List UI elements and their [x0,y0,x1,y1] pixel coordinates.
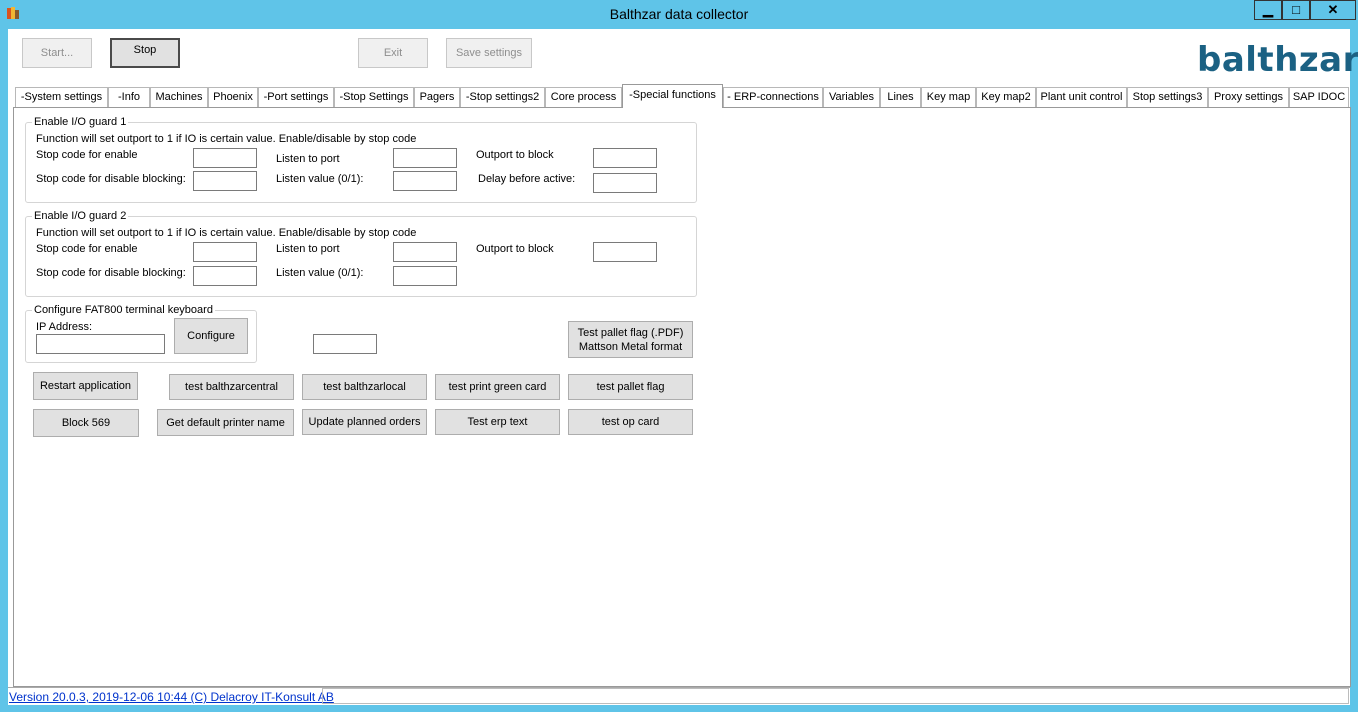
tab-sap-idoc[interactable]: SAP IDOC [1289,87,1349,107]
tab-erp-connections[interactable]: - ERP-connections [723,87,823,107]
io-guard-2-listen-value-label: Listen value (0/1): [276,267,364,279]
tab-variables[interactable]: Variables [823,87,880,107]
test-pallet-flag-pdf-line2: Mattson Metal format [578,340,683,353]
exit-button[interactable]: Exit [358,38,428,68]
update-planned-orders-button[interactable]: Update planned orders [302,409,427,435]
test-balthzarlocal-button[interactable]: test balthzarlocal [302,374,427,400]
test-pallet-flag-pdf-line1: Test pallet flag (.PDF) [577,326,684,339]
tab-key-map[interactable]: Key map [921,87,976,107]
close-button[interactable]: ✕ [1310,0,1356,20]
misc-input[interactable] [313,334,377,354]
maximize-icon: □ [1292,2,1300,17]
io-guard-1-stop-disable-label: Stop code for disable blocking: [36,173,186,185]
io-guard-1-stop-enable-input[interactable] [193,148,257,168]
io-guard-2-listen-port-label: Listen to port [276,243,340,255]
io-guard-1-listen-value-input[interactable] [393,171,457,191]
version-link[interactable]: Version 20.0.3, 2019-12-06 10:44 (C) Del… [9,690,334,704]
test-pallet-flag-button[interactable]: test pallet flag [568,374,693,400]
io-guard-1-description: Function will set outport to 1 if IO is … [36,133,417,145]
tab-special-functions[interactable]: -Special functions [622,84,723,108]
io-guard-1-outport-input[interactable] [593,148,657,168]
io-guard-1-listen-port-label: Listen to port [276,153,340,165]
minimize-icon: ▁ [1263,2,1273,17]
save-settings-button[interactable]: Save settings [446,38,532,68]
io-guard-1-delay-label: Delay before active: [478,173,576,185]
io-guard-1-delay-input[interactable] [593,173,657,193]
configure-button[interactable]: Configure [174,318,248,354]
io-guard-1-stop-enable-label: Stop code for enable [36,149,138,161]
block-569-button[interactable]: Block 569 [33,409,139,437]
restart-application-button[interactable]: Restart application [33,372,138,400]
test-erp-text-button[interactable]: Test erp text [435,409,560,435]
status-panel [322,688,1349,704]
tab-phoenix[interactable]: Phoenix [208,87,258,107]
tab-key-map2[interactable]: Key map2 [976,87,1036,107]
stop-button[interactable]: Stop [110,38,180,68]
get-default-printer-button[interactable]: Get default printer name [157,409,294,436]
close-icon: ✕ [1327,2,1339,17]
io-guard-2-outport-label: Outport to block [476,243,554,255]
test-op-card-button[interactable]: test op card [568,409,693,435]
tab-info[interactable]: -Info [108,87,150,107]
tab-pagers[interactable]: Pagers [414,87,460,107]
tab-plant-unit-control[interactable]: Plant unit control [1036,87,1127,107]
maximize-button[interactable]: □ [1282,0,1310,20]
test-balthzarcentral-button[interactable]: test balthzarcentral [169,374,294,400]
io-guard-2-stop-enable-input[interactable] [193,242,257,262]
fat800-title: Configure FAT800 terminal keyboard [32,304,215,316]
io-guard-1-listen-port-input[interactable] [393,148,457,168]
minimize-button[interactable]: ▁ [1254,0,1282,20]
balthzar-logo: balthzar [1197,40,1358,80]
test-print-green-card-button[interactable]: test print green card [435,374,560,400]
tab-port-settings[interactable]: -Port settings [258,87,334,107]
io-guard-2-stop-enable-label: Stop code for enable [36,243,138,255]
ip-address-label: IP Address: [36,321,93,333]
tab-stop-settings2[interactable]: -Stop settings2 [460,87,545,107]
tab-lines[interactable]: Lines [880,87,921,107]
tab-stop-settings3[interactable]: Stop settings3 [1127,87,1208,107]
tab-system-settings[interactable]: -System settings [15,87,108,107]
io-guard-2-title: Enable I/O guard 2 [32,210,129,222]
io-guard-1-title: Enable I/O guard 1 [32,116,129,128]
io-guard-2-description: Function will set outport to 1 if IO is … [36,227,417,239]
tab-machines[interactable]: Machines [150,87,208,107]
tab-core-process[interactable]: Core process [545,87,622,107]
tab-proxy-settings[interactable]: Proxy settings [1208,87,1289,107]
io-guard-1-outport-label: Outport to block [476,149,554,161]
io-guard-2-stop-disable-label: Stop code for disable blocking: [36,267,186,279]
tab-stop-settings[interactable]: -Stop Settings [334,87,414,107]
io-guard-1-stop-disable-input[interactable] [193,171,257,191]
start-button[interactable]: Start... [22,38,92,68]
ip-address-input[interactable] [36,334,165,354]
io-guard-2-outport-input[interactable] [593,242,657,262]
io-guard-1-listen-value-label: Listen value (0/1): [276,173,364,185]
io-guard-2-listen-value-input[interactable] [393,266,457,286]
test-pallet-flag-pdf-button[interactable]: Test pallet flag (.PDF) Mattson Metal fo… [568,321,693,358]
window-title: Balthzar data collector [609,6,749,22]
io-guard-2-listen-port-input[interactable] [393,242,457,262]
io-guard-2-stop-disable-input[interactable] [193,266,257,286]
